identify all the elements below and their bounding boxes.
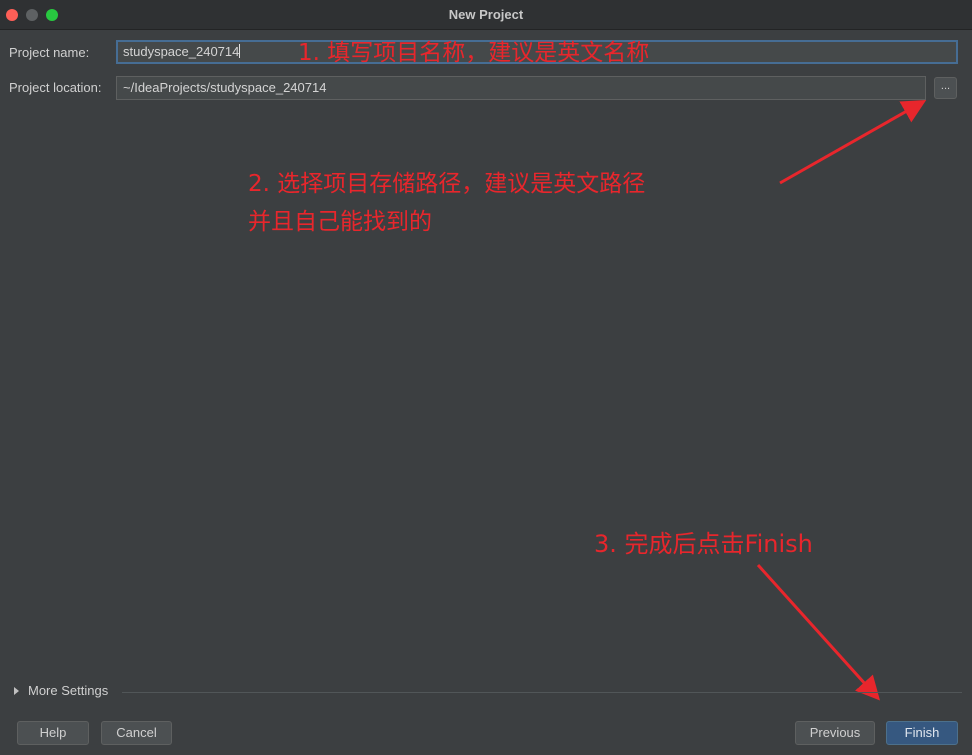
annotation-arrows [756, 100, 927, 701]
cancel-button[interactable]: Cancel [101, 721, 172, 745]
annotation-step1: 1. 填写项目名称，建议是英文名称 [298, 40, 650, 66]
more-settings-label: More Settings [28, 683, 109, 698]
new-project-dialog: New Project Project name: studyspace_240… [0, 0, 972, 755]
annotation-step2-line1: 2. 选择项目存储路径，建议是英文路径 [248, 171, 646, 197]
annotation-step2-line2: 并且自己能找到的 [248, 209, 432, 235]
title-bar: New Project [0, 0, 972, 30]
more-settings-toggle[interactable]: More Settings [14, 683, 108, 698]
browse-location-button[interactable]: ... [934, 77, 957, 99]
text-cursor [239, 44, 241, 58]
expand-triangle-icon [14, 687, 19, 695]
window-title: New Project [448, 7, 524, 22]
project-location-label: Project location: [9, 80, 102, 95]
project-name-value: studyspace_240714 [123, 44, 240, 59]
arrow-to-browse-button [779, 100, 927, 185]
project-location-input[interactable]: ~/IdeaProjects/studyspace_240714 [116, 76, 926, 100]
project-name-label: Project name: [9, 45, 90, 60]
finish-button[interactable]: Finish [886, 721, 958, 745]
arrow-to-finish-button [756, 563, 881, 701]
more-settings-divider [122, 692, 962, 693]
help-button[interactable]: Help [17, 721, 89, 745]
annotation-step3: 3. 完成后点击Finish [594, 530, 813, 558]
previous-button[interactable]: Previous [795, 721, 875, 745]
